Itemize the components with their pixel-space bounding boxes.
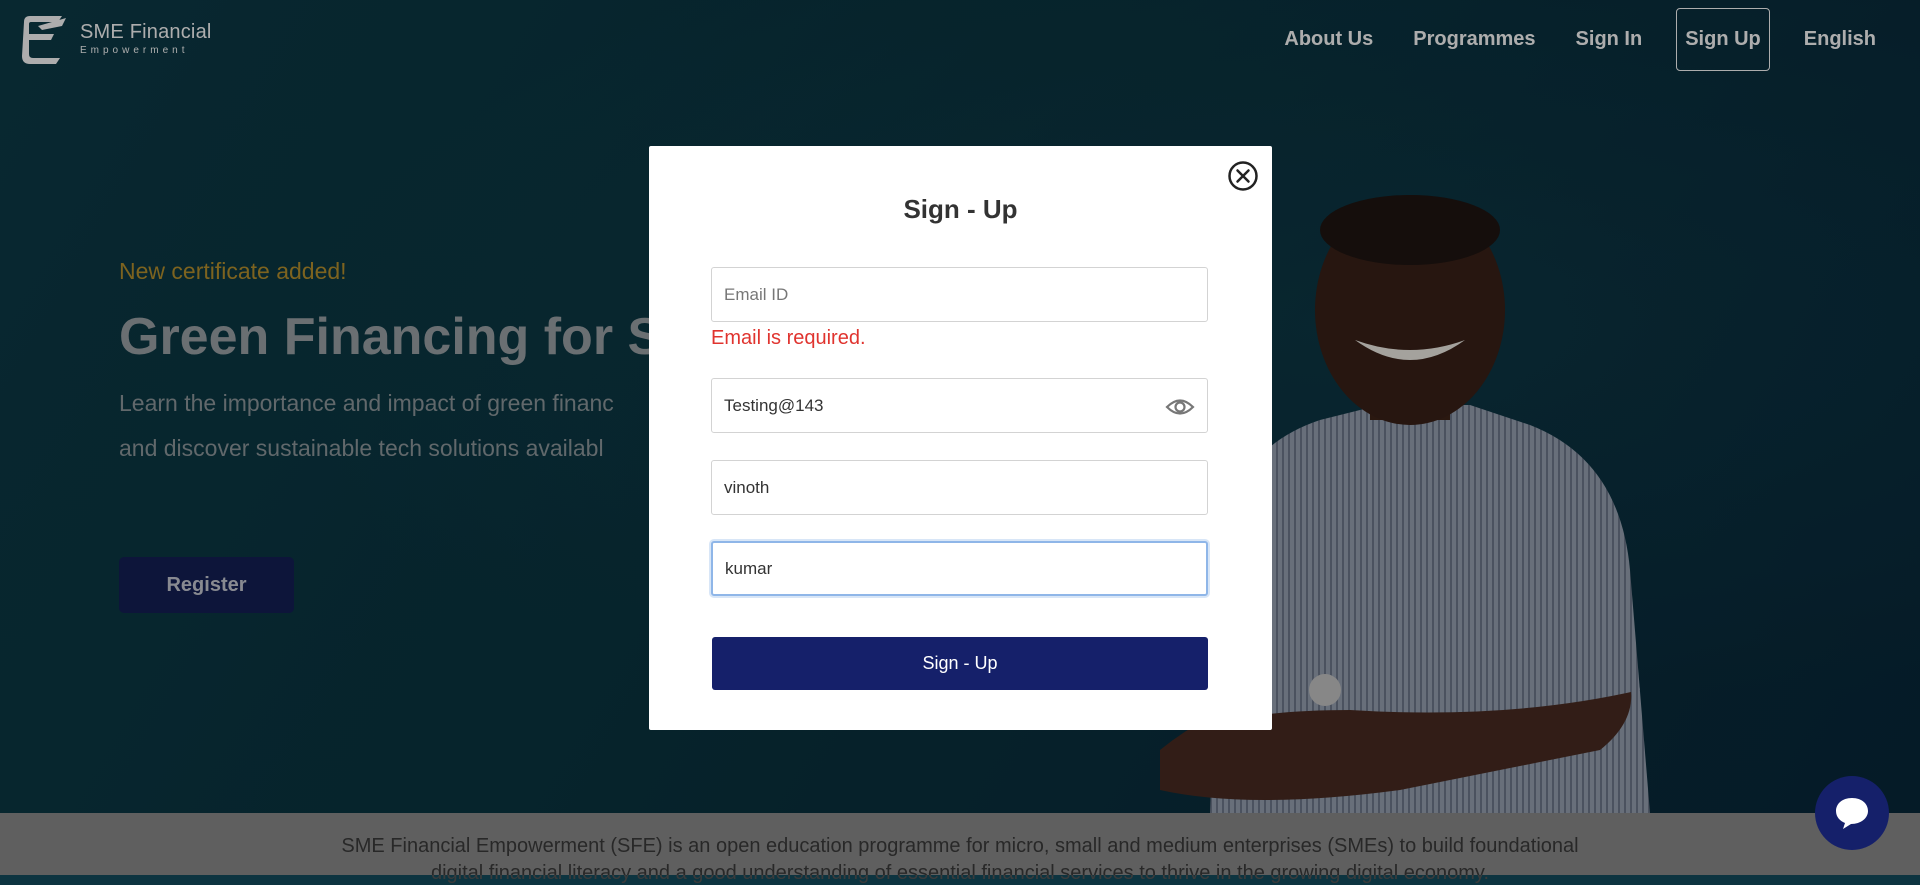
first-name-value: vinoth (724, 477, 770, 497)
password-field[interactable]: Testing@143 (711, 378, 1208, 433)
chat-button[interactable] (1815, 776, 1889, 850)
last-name-field[interactable]: kumar (711, 541, 1208, 596)
eye-icon[interactable] (1165, 396, 1195, 418)
password-value: Testing@143 (724, 395, 824, 415)
email-error-message: Email is required. (711, 327, 866, 349)
signup-submit-button[interactable]: Sign - Up (712, 637, 1208, 690)
close-icon[interactable] (1227, 160, 1259, 192)
modal-title: Sign - Up (903, 194, 1018, 224)
email-placeholder: Email ID (724, 284, 789, 304)
last-name-value: kumar (725, 558, 773, 578)
email-field[interactable]: Email ID (711, 267, 1208, 322)
chat-bubble-icon (1836, 798, 1868, 829)
first-name-field[interactable]: vinoth (711, 460, 1208, 515)
signup-modal: Sign - Up Email ID Email is required. Te… (649, 146, 1272, 730)
